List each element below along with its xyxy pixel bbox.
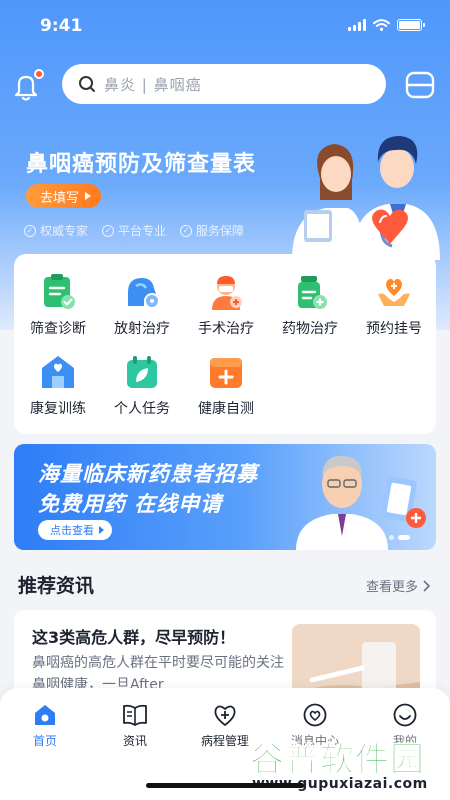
recommend-section-title: 推荐资讯	[18, 575, 95, 597]
clipboard-check-icon	[44, 274, 75, 309]
doctors-illustration	[292, 136, 440, 260]
status-time: 9:41	[40, 16, 83, 36]
status-bar: 9:41	[0, 0, 450, 50]
service-label: 药物治疗	[282, 321, 338, 337]
view-more-label: 查看更多	[365, 580, 418, 595]
service-label: 个人任务	[114, 401, 170, 417]
promo-headline: 海量临床新药患者招募	[38, 462, 258, 486]
news-title: 这3类高危人群，尽早预防！	[32, 628, 236, 647]
watermark: 谷普软件园 www.gupuxiazai.com	[246, 730, 450, 800]
check-circle-icon: ✓	[24, 224, 36, 237]
medicine-bottle-icon	[298, 276, 327, 309]
notification-bell-button[interactable]	[12, 69, 44, 101]
home-icon	[35, 705, 55, 725]
service-rehab-training[interactable]: 康复训练	[16, 352, 100, 418]
radiation-head-icon	[128, 278, 160, 309]
banner-tag: ✓ 服务保障	[180, 222, 244, 239]
tab-label: 首页	[32, 734, 57, 748]
service-label: 健康自测	[198, 401, 254, 417]
carousel-dots	[380, 535, 410, 540]
service-label: 手术治疗	[198, 321, 254, 337]
service-screening-diagnosis[interactable]: 筛查诊断	[16, 272, 100, 338]
signal-icon	[348, 19, 366, 31]
view-details-button[interactable]: 点击查看	[38, 520, 112, 540]
notification-dot	[34, 69, 44, 79]
doctor-clipboard-illustration	[296, 455, 426, 550]
service-label: 放射治疗	[114, 321, 170, 337]
view-more-link[interactable]: 查看更多	[366, 576, 430, 595]
battery-icon	[397, 19, 425, 31]
service-label: 康复训练	[30, 401, 86, 417]
tab-home[interactable]: 首页	[0, 702, 90, 749]
scan-button[interactable]	[404, 70, 436, 100]
scan-icon	[405, 71, 435, 99]
service-appointment[interactable]: 预约挂号	[352, 272, 436, 338]
promo-subheadline: 免费用药 在线申请	[38, 492, 223, 516]
service-label: 筛查诊断	[30, 321, 86, 337]
tab-news[interactable]: 资讯	[90, 702, 180, 749]
message-heart-icon	[303, 703, 327, 727]
search-icon	[79, 76, 95, 92]
top-header: 鼻炎 | 鼻咽癌	[0, 64, 450, 106]
play-arrow-icon	[85, 192, 92, 200]
banner-tag: ✓ 平台专业	[102, 222, 166, 239]
heart-plus-icon	[214, 705, 236, 726]
medical-kit-icon	[210, 358, 242, 388]
banner-tag: ✓ 权威专家	[24, 222, 88, 239]
calendar-leaf-icon	[127, 356, 157, 388]
view-details-label: 点击查看	[50, 524, 94, 537]
fill-in-button[interactable]: 去填写	[26, 184, 102, 208]
book-icon	[123, 704, 147, 726]
rehab-house-icon	[42, 356, 74, 388]
service-surgery[interactable]: 手术治疗	[184, 272, 268, 338]
chevron-right-icon	[423, 579, 430, 592]
service-personal-tasks[interactable]: 个人任务	[100, 352, 184, 418]
wifi-icon	[373, 19, 390, 31]
search-placeholder: 鼻炎 | 鼻咽癌	[104, 75, 202, 94]
home-indicator[interactable]	[146, 783, 304, 788]
check-circle-icon: ✓	[180, 224, 193, 237]
status-icons	[348, 19, 425, 31]
banner-title: 鼻咽癌预防及筛查量表	[26, 152, 257, 177]
surgeon-icon	[212, 276, 242, 310]
play-arrow-icon	[99, 526, 104, 534]
check-circle-icon: ✓	[102, 224, 115, 237]
watermark-text: 谷普软件园	[250, 740, 425, 781]
tab-label: 资讯	[122, 734, 147, 748]
hand-heart-icon	[378, 278, 410, 306]
service-grid: 筛查诊断 放射治疗 手术治疗 药物治疗 预约挂号 康复训练 个人任务 健康自测	[14, 254, 436, 434]
service-drug-therapy[interactable]: 药物治疗	[268, 272, 352, 338]
banner-tags: ✓ 权威专家 ✓ 平台专业 ✓ 服务保障	[24, 222, 244, 239]
service-label: 预约挂号	[366, 321, 422, 337]
service-radiotherapy[interactable]: 放射治疗	[100, 272, 184, 338]
smile-icon	[393, 703, 417, 727]
clinical-trial-banner[interactable]: 海量临床新药患者招募 免费用药 在线申请 点击查看	[14, 444, 436, 550]
service-health-self-test[interactable]: 健康自测	[184, 352, 268, 418]
search-input[interactable]: 鼻炎 | 鼻咽癌	[62, 64, 386, 104]
fill-in-label: 去填写	[40, 190, 80, 206]
